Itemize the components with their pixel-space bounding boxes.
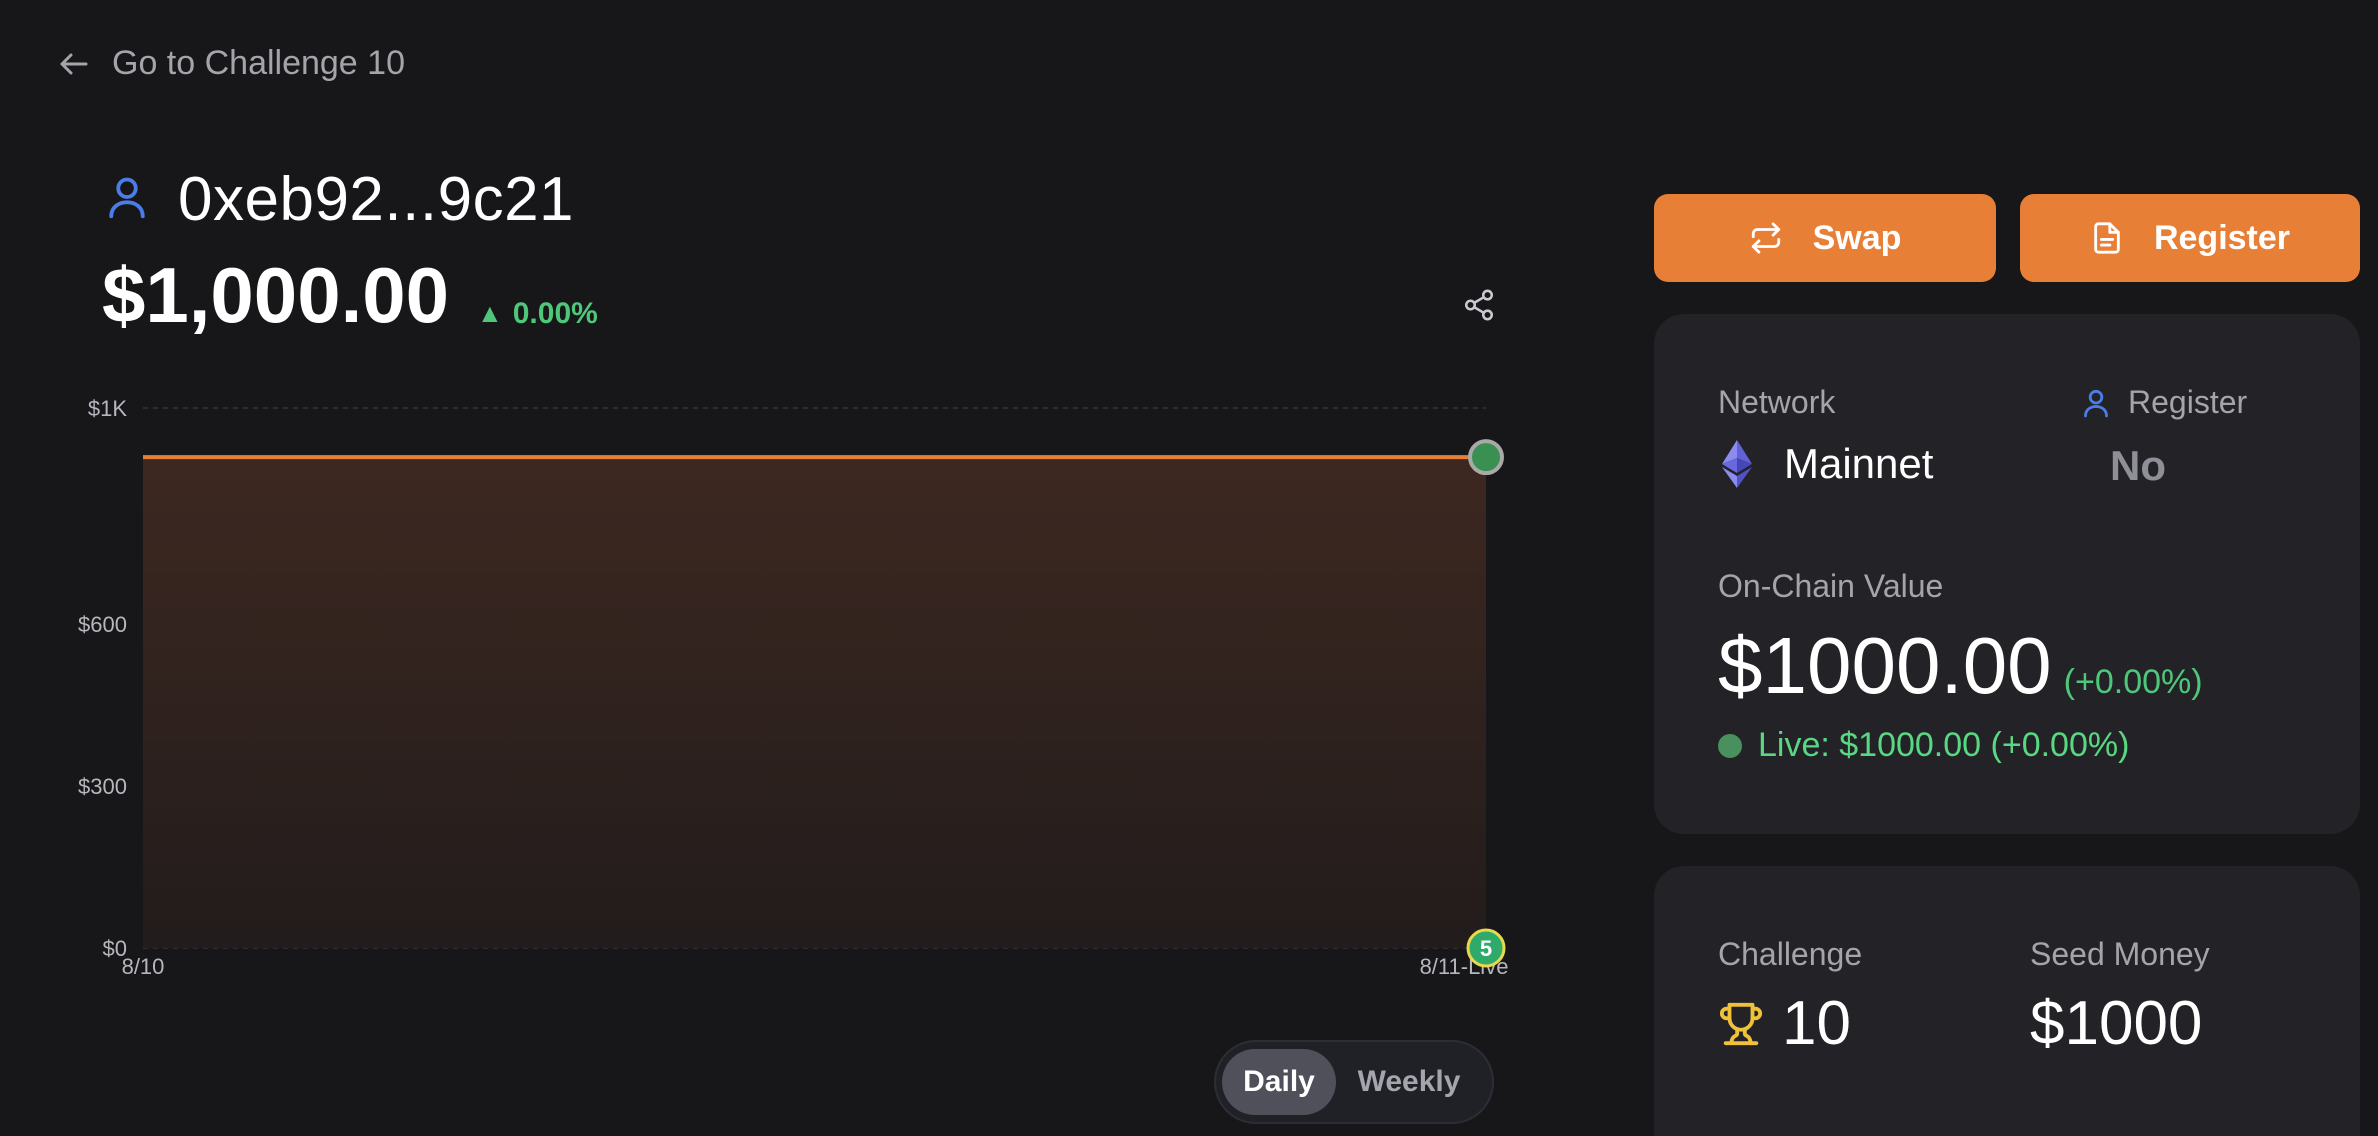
user-icon — [106, 174, 148, 225]
onchain-value: $1000.00 — [1718, 621, 2052, 710]
x-axis-ticks: 8/10 8/11-Live — [122, 954, 1509, 979]
share-icon[interactable] — [1462, 288, 1496, 322]
challenge-row: 10 — [1718, 988, 1851, 1059]
register-status-value: No — [2110, 442, 2166, 489]
wallet-address: 0xeb92...9c21 — [178, 165, 575, 234]
network-value: Mainnet — [1784, 440, 1934, 487]
ethereum-icon — [1722, 440, 1752, 488]
wallet-address-row: 0xeb92...9c21 — [106, 164, 574, 235]
challenge-value: 10 — [1782, 989, 1851, 1058]
onchain-change: (+0.00%) — [2063, 663, 2203, 701]
live-status-row: Live: $1000.00 (+0.00%) — [1718, 726, 2129, 765]
chart-area — [143, 455, 1486, 948]
y-tick-label: $600 — [78, 612, 127, 637]
network-row: Mainnet — [1718, 440, 1933, 488]
seed-money-value: $1000 — [2030, 989, 2203, 1058]
arrow-left-icon — [60, 53, 88, 74]
portfolio-change-pct: 0.00% — [512, 296, 598, 330]
portfolio-value: $1,000.00 — [102, 251, 450, 339]
register-status-label: Register — [2128, 384, 2248, 420]
range-weekly-option[interactable]: Weekly — [1336, 1049, 1482, 1115]
back-link-label: Go to Challenge 10 — [112, 44, 405, 82]
trophy-icon — [1719, 1002, 1763, 1045]
swap-arrows-icon — [1751, 222, 1780, 254]
back-to-challenge-link[interactable]: Go to Challenge 10 — [56, 44, 405, 83]
x-tick-label: 8/10 — [122, 954, 165, 979]
user-icon — [2084, 389, 2108, 417]
portfolio-value-row: $1,000.00 ▲ 0.00% — [102, 250, 598, 341]
network-label: Network — [1718, 384, 1836, 420]
live-dot-icon — [1718, 733, 1742, 758]
document-icon — [2094, 222, 2120, 254]
swap-button[interactable]: Swap — [1654, 194, 1996, 282]
last-point-marker — [1468, 439, 1504, 476]
up-triangle-icon: ▲ — [477, 298, 503, 328]
y-tick-label: $300 — [78, 774, 127, 799]
seed-money-label: Seed Money — [2030, 936, 2210, 972]
y-axis-ticks: $1K$600$300$0 — [78, 396, 127, 961]
range-daily-option[interactable]: Daily — [1222, 1049, 1336, 1115]
portfolio-chart: $1K$600$300$0 8/10 8/11-Live 5 — [78, 396, 1509, 979]
challenge-label: Challenge — [1718, 936, 1863, 972]
register-status-label-row: Register — [2082, 384, 2247, 421]
live-status-text: Live: $1000.00 (+0.00%) — [1758, 726, 2130, 764]
page: Go to Challenge 10 0xeb92...9c21 $1,000.… — [0, 0, 2378, 1136]
range-toggle: Daily Weekly — [1214, 1040, 1494, 1124]
onchain-value-row: $1000.00 (+0.00%) — [1718, 620, 2203, 712]
register-button-label: Register — [2153, 218, 2291, 257]
series-area — [143, 457, 1486, 948]
network-card: Network Mainnet Register No On-Chain Val… — [1654, 314, 2360, 834]
challenge-card: Challenge 10 Seed Money $1000 — [1654, 866, 2360, 1136]
swap-button-label: Swap — [1812, 218, 1902, 257]
portfolio-change: ▲ 0.00% — [477, 297, 598, 331]
register-button[interactable]: Register — [2020, 194, 2360, 282]
y-tick-label: $1K — [88, 396, 127, 421]
onchain-value-label: On-Chain Value — [1718, 568, 1944, 604]
event-badge-label: 5 — [1480, 936, 1492, 961]
